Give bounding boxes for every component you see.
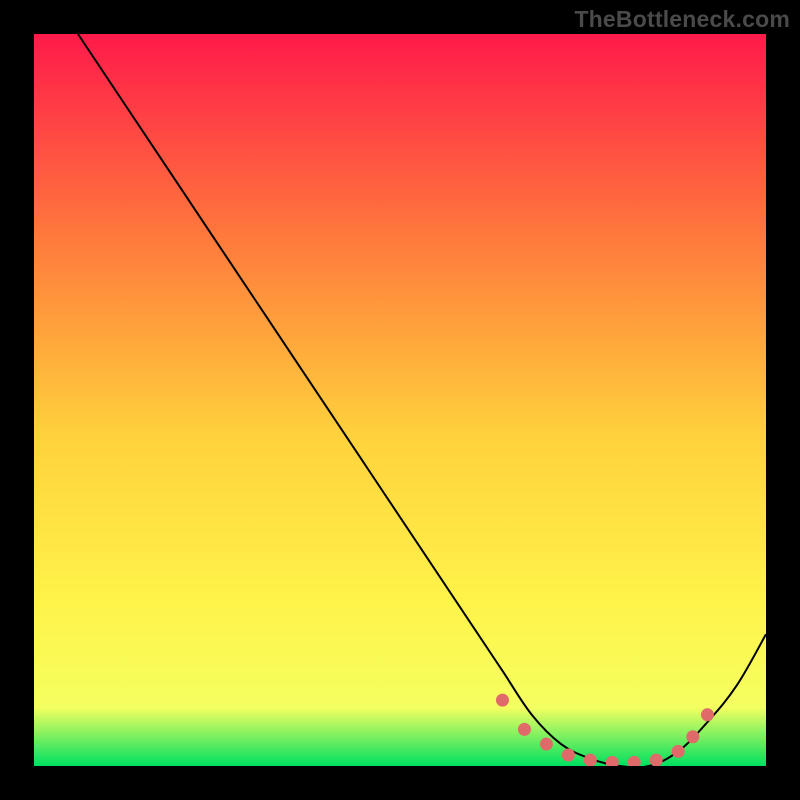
highlight-dot (672, 745, 685, 758)
chart-frame: TheBottleneck.com (0, 0, 800, 800)
highlight-dot (496, 694, 509, 707)
plot-area (34, 34, 766, 766)
gradient-background (34, 34, 766, 766)
highlight-dot (518, 723, 531, 736)
watermark-text: TheBottleneck.com (574, 6, 790, 33)
highlight-dot (540, 738, 553, 751)
highlight-dot (686, 730, 699, 743)
chart-svg (34, 34, 766, 766)
highlight-dot (562, 749, 575, 762)
highlight-dot (701, 708, 714, 721)
